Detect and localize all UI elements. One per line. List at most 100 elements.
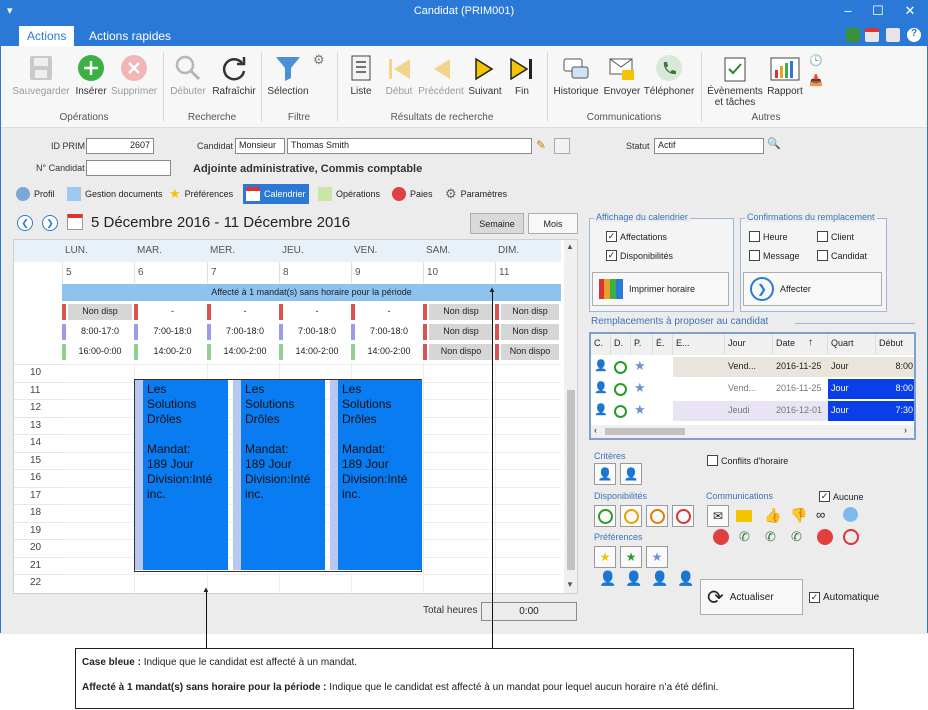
preference-star-icon[interactable]: ★: [631, 401, 653, 421]
scroll-right-icon[interactable]: ›: [904, 425, 907, 435]
close-icon[interactable]: ✕: [895, 3, 925, 19]
lock-icon[interactable]: [886, 28, 900, 42]
quart-cell[interactable]: Jour: [828, 401, 876, 421]
begin-search-button[interactable]: Débuter: [167, 52, 209, 97]
conflits-checkbox[interactable]: Conflits d'horaire: [707, 455, 788, 466]
thumbs-down-icon[interactable]: 👎: [790, 507, 807, 524]
calendar-icon[interactable]: [865, 28, 879, 42]
tab-paies[interactable]: Paies: [389, 184, 436, 204]
today-calendar-icon[interactable]: [67, 214, 83, 230]
email-cell[interactable]: [673, 401, 725, 421]
previous-button[interactable]: Précédent: [417, 52, 465, 97]
availability-cell[interactable]: 14:00-2:00: [357, 344, 421, 360]
status-cell[interactable]: [653, 357, 673, 377]
debut-cell[interactable]: 8:00: [876, 379, 914, 399]
availability-cell[interactable]: -: [357, 304, 421, 320]
sort-icon[interactable]: ↑: [808, 337, 813, 348]
clock-icon[interactable]: 🕒: [809, 54, 823, 67]
scroll-left-icon[interactable]: ‹: [594, 425, 597, 435]
quart-cell[interactable]: Jour: [828, 379, 876, 399]
tab-actions-rapides[interactable]: Actions rapides: [81, 26, 179, 46]
send-button[interactable]: Envoyer: [603, 52, 641, 97]
tab-profil[interactable]: Profil: [13, 184, 58, 204]
first-button[interactable]: Début: [381, 52, 417, 97]
availability-cell[interactable]: Non disp: [429, 324, 493, 340]
col-header[interactable]: D.: [611, 334, 631, 355]
quart-cell[interactable]: Jour: [828, 357, 876, 377]
tab-parametres[interactable]: ⚙ Paramètres: [442, 184, 510, 204]
debut-cell[interactable]: 7:30: [876, 401, 914, 421]
availability-cell[interactable]: 8:00-17:0: [68, 324, 132, 340]
disponibilites-checkbox[interactable]: ✓ Disponibilités: [606, 250, 673, 261]
tab-preferences[interactable]: ★ Préférences: [166, 184, 236, 204]
debut-cell[interactable]: 8:00: [876, 357, 914, 377]
availability-cell[interactable]: 7:00-18:0: [285, 324, 349, 340]
candidat-checkbox[interactable]: Candidat: [817, 250, 867, 261]
availability-cell[interactable]: 14:00-2:00: [213, 344, 277, 360]
date-cell[interactable]: 2016-11-25: [773, 357, 828, 377]
automatique-checkbox[interactable]: ✓ Automatique: [809, 592, 879, 603]
availability-cell[interactable]: -: [213, 304, 277, 320]
grid-hscrollbar[interactable]: ‹ ›: [591, 425, 914, 438]
calendar-scrollbar[interactable]: ▲ ▼: [564, 240, 577, 593]
last-button[interactable]: Fin: [507, 52, 537, 97]
insert-button[interactable]: Insérer: [73, 52, 109, 97]
clock-orange-icon[interactable]: [646, 505, 668, 527]
availability-cell[interactable]: 7:00-18:0: [140, 324, 205, 340]
person-yellow-icon[interactable]: 👤: [651, 570, 668, 587]
phone-red-icon[interactable]: [817, 529, 833, 545]
preference-star-icon[interactable]: ★: [631, 379, 653, 399]
voicemail-icon[interactable]: ∞: [816, 507, 825, 522]
clock-yellow-icon[interactable]: [620, 505, 642, 527]
phone-button[interactable]: Téléphoner: [641, 52, 697, 97]
availability-cell[interactable]: 7:00-18:0: [213, 324, 277, 340]
availability-clock-icon[interactable]: [611, 379, 631, 399]
candidate-status-icon[interactable]: 👤: [591, 357, 611, 377]
delete-button[interactable]: Supprimer: [111, 52, 157, 97]
col-header[interactable]: Date: [773, 334, 828, 355]
week-view-button[interactable]: Semaine: [470, 213, 524, 234]
star-yellow-icon[interactable]: ★: [594, 546, 616, 568]
tab-gestion-documents[interactable]: Gestion documents: [64, 184, 166, 204]
id-prim-field[interactable]: 2607: [86, 138, 154, 154]
statut-field[interactable]: Actif: [654, 138, 764, 154]
aucune-checkbox[interactable]: ✓ Aucune: [819, 491, 864, 502]
report-button[interactable]: Rapport: [765, 52, 805, 97]
person-add-icon[interactable]: 👤: [599, 570, 616, 587]
next-button[interactable]: Suivant: [465, 52, 505, 97]
clock-alarm-icon[interactable]: [843, 529, 859, 545]
availability-cell[interactable]: Non disp: [501, 324, 559, 340]
no-candidat-field[interactable]: [86, 160, 171, 176]
col-header[interactable]: C.: [591, 334, 611, 355]
month-view-button[interactable]: Mois: [528, 213, 578, 234]
mandate-block[interactable]: Les Solutions Drôles Mandat: 189 Jour Di…: [233, 380, 325, 570]
date-cell[interactable]: 2016-11-25: [773, 379, 828, 399]
heure-checkbox[interactable]: Heure: [749, 231, 788, 242]
tab-actions[interactable]: Actions: [19, 26, 75, 46]
jour-cell[interactable]: Vend...: [725, 379, 773, 399]
scrollbar-thumb[interactable]: [605, 428, 685, 435]
filter-settings-icon[interactable]: ⚙: [313, 52, 325, 68]
next-week-icon[interactable]: ❯: [42, 215, 58, 231]
jour-cell[interactable]: Vend...: [725, 357, 773, 377]
scrollbar-thumb[interactable]: [567, 390, 575, 570]
assign-button[interactable]: ❯ Affecter: [743, 272, 882, 306]
thumbs-up-icon[interactable]: 👍: [764, 507, 781, 524]
person-green-icon[interactable]: 👤: [625, 570, 642, 587]
preference-star-icon[interactable]: ★: [631, 357, 653, 377]
availability-cell[interactable]: Non dispo: [429, 344, 493, 360]
scroll-up-icon[interactable]: ▲: [566, 242, 574, 251]
person-red-icon[interactable]: 👤: [677, 570, 694, 587]
affectations-checkbox[interactable]: ✓ Affectations: [606, 231, 667, 242]
availability-cell[interactable]: 14:00-2:00: [285, 344, 349, 360]
status-cell[interactable]: [653, 379, 673, 399]
availability-cell[interactable]: Non disp: [429, 304, 493, 320]
salutation-field[interactable]: Monsieur: [235, 138, 285, 154]
refresh-button-panel[interactable]: ⟳ Actualiser: [700, 579, 803, 615]
availability-cell[interactable]: Non dispo: [501, 344, 559, 360]
edit-pencil-icon[interactable]: ✎: [536, 138, 546, 152]
mail-icon[interactable]: ✉: [707, 505, 729, 527]
criteria-person-flag-icon[interactable]: 👤: [620, 463, 642, 485]
phone-dot-icon[interactable]: ✆: [765, 529, 776, 545]
search-icon[interactable]: 🔍: [767, 137, 781, 150]
